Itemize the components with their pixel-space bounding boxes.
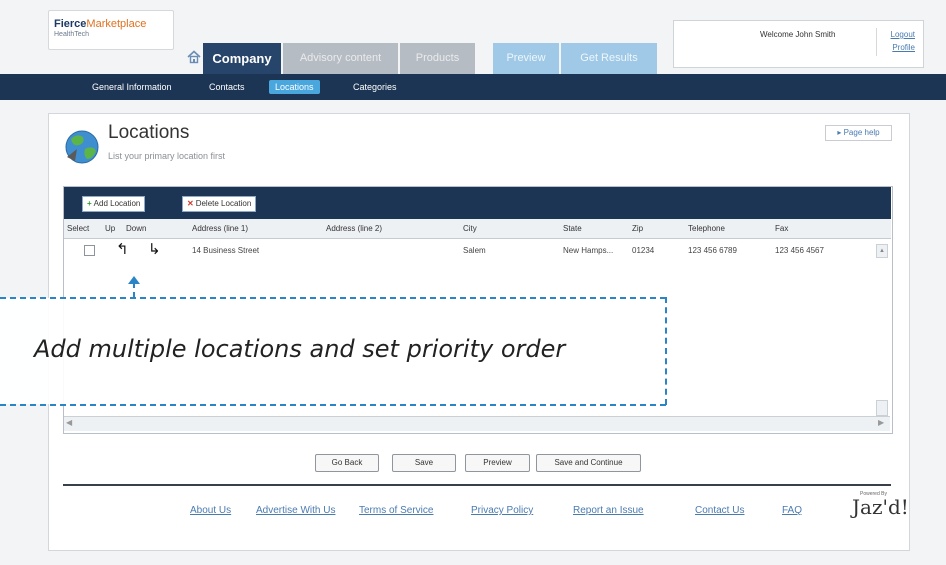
welcome-box: Welcome John Smith Logout Profile	[673, 20, 924, 68]
col-zip[interactable]: Zip	[632, 224, 643, 233]
move-down-arrow-icon[interactable]: ↳	[148, 240, 161, 258]
tab-products[interactable]: Products	[400, 43, 475, 74]
delete-location-button[interactable]: ✕ Delete Location	[182, 196, 257, 212]
add-location-button[interactable]: + Add Location	[82, 196, 146, 212]
page-help-button[interactable]: ▸ Page help	[825, 125, 892, 141]
callout-border-bottom	[0, 404, 666, 406]
welcome-text: Welcome John Smith	[760, 30, 836, 39]
col-fax[interactable]: Fax	[775, 224, 788, 233]
scroll-left-icon[interactable]: ◀	[66, 418, 72, 427]
footer-report-issue-link[interactable]: Report an Issue	[573, 505, 644, 516]
delete-location-label: Delete Location	[195, 199, 252, 208]
col-select[interactable]: Select	[67, 224, 89, 233]
col-state[interactable]: State	[563, 224, 582, 233]
subnav-categories[interactable]: Categories	[353, 74, 397, 100]
logout-link[interactable]: Logout	[891, 30, 915, 39]
delete-x-icon: ✕	[187, 199, 194, 208]
tab-company[interactable]: Company	[203, 43, 281, 74]
callout-border-right	[665, 297, 667, 405]
footer-about-us-link[interactable]: About Us	[190, 505, 231, 516]
callout-border-top	[0, 297, 666, 299]
tab-get-results[interactable]: Get Results	[561, 43, 657, 74]
col-telephone[interactable]: Telephone	[688, 224, 725, 233]
col-down[interactable]: Down	[126, 224, 146, 233]
col-address-line-1[interactable]: Address (line 1)	[192, 224, 248, 233]
site-logo[interactable]: FierceMarketplace HealthTech	[48, 10, 174, 50]
grid-header	[64, 219, 891, 239]
footer-contact-us-link[interactable]: Contact Us	[695, 505, 744, 516]
logo-subtitle: HealthTech	[54, 31, 90, 38]
logo-title: FierceMarketplace	[54, 18, 146, 30]
horizontal-scrollbar[interactable]	[64, 416, 890, 431]
footer-faq-link[interactable]: FAQ	[782, 505, 802, 516]
jazd-logo[interactable]: Jaz'd!	[852, 495, 909, 519]
profile-link[interactable]: Profile	[892, 43, 915, 52]
col-city[interactable]: City	[463, 224, 477, 233]
callout-arrow-icon	[128, 276, 140, 284]
logo-accent: Marketplace	[86, 18, 147, 30]
home-icon[interactable]	[187, 50, 201, 64]
subnav-contacts[interactable]: Contacts	[209, 74, 245, 100]
footer-divider	[63, 484, 891, 486]
subnav-general-information[interactable]: General Information	[92, 74, 172, 100]
cell-address-line-1: 14 Business Street	[192, 246, 260, 255]
footer-privacy-link[interactable]: Privacy Policy	[471, 505, 533, 516]
cell-fax: 123 456 4567	[775, 246, 824, 255]
page-subtitle: List your primary location first	[108, 151, 226, 161]
globe-icon	[65, 130, 99, 164]
callout-pointer-line	[133, 282, 135, 298]
logo-main: Fierce	[54, 18, 87, 30]
save-and-continue-button[interactable]: Save and Continue	[536, 454, 641, 472]
save-button[interactable]: Save	[392, 454, 456, 472]
move-up-arrow-icon[interactable]: ↰	[116, 240, 129, 258]
col-up[interactable]: Up	[105, 224, 115, 233]
page-title: Locations	[108, 122, 190, 143]
cell-city: Salem	[463, 246, 486, 255]
go-back-button[interactable]: Go Back	[315, 454, 379, 472]
subnav-locations[interactable]: Locations	[269, 80, 320, 94]
sub-navigation: General Information Contacts Locations C…	[0, 74, 946, 100]
welcome-divider	[876, 28, 877, 56]
scroll-right-icon[interactable]: ▶	[878, 418, 884, 427]
col-address-line-2[interactable]: Address (line 2)	[326, 224, 382, 233]
footer-terms-link[interactable]: Terms of Service	[359, 505, 433, 516]
cell-zip: 01234	[632, 246, 655, 255]
tab-preview[interactable]: Preview	[493, 43, 559, 74]
tab-advisory-content[interactable]: Advisory content	[283, 43, 398, 74]
cell-state: New Hamps...	[563, 246, 614, 255]
cell-telephone: 123 456 6789	[688, 246, 737, 255]
row-select-checkbox[interactable]	[84, 245, 95, 256]
preview-button[interactable]: Preview	[465, 454, 530, 472]
scroll-up-button[interactable]: ▲	[876, 244, 888, 258]
plus-icon: +	[87, 199, 92, 208]
add-location-label: Add Location	[93, 199, 141, 208]
scroll-down-button[interactable]	[876, 400, 888, 416]
footer-advertise-link[interactable]: Advertise With Us	[256, 505, 335, 516]
annotation-text: Add multiple locations and set priority …	[34, 335, 566, 363]
